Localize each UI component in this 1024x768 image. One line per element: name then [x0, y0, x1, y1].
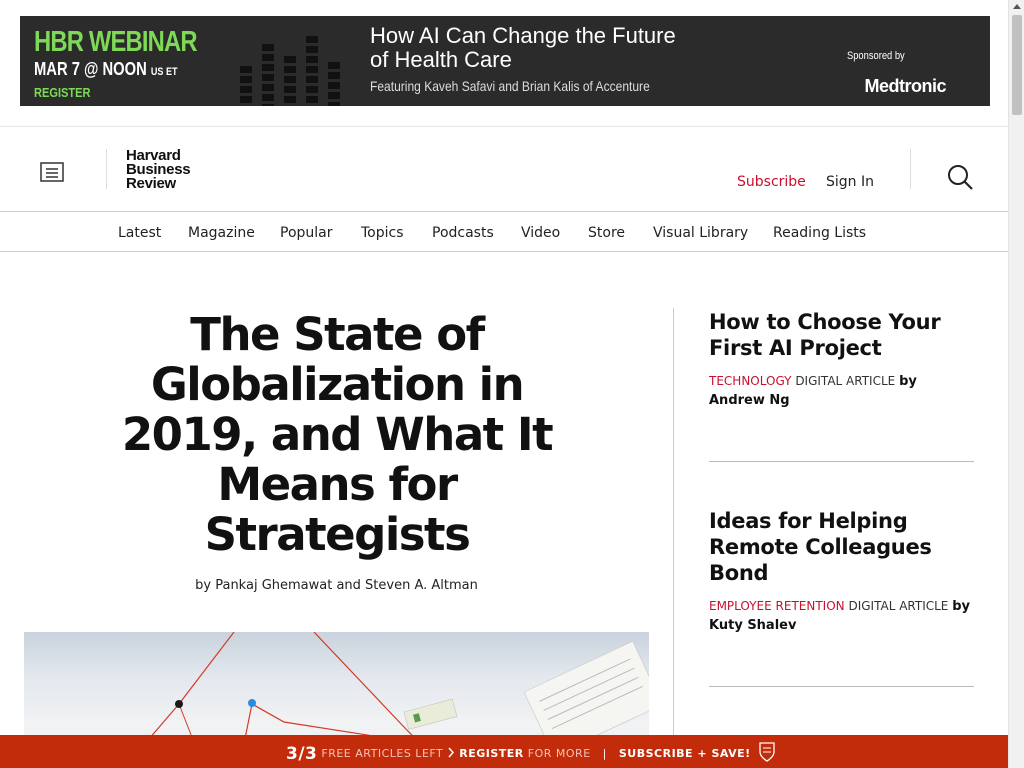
sign-in-link[interactable]: Sign In: [826, 174, 874, 190]
ad-sponsored-by: Sponsored by: [847, 50, 905, 62]
nav-item-latest[interactable]: Latest: [118, 225, 161, 241]
nav-item-video[interactable]: Video: [521, 225, 560, 241]
header-divider: [910, 149, 911, 189]
nav-item-reading-lists[interactable]: Reading Lists: [773, 225, 866, 241]
sidebar-article-meta: TECHNOLOGY DIGITAL ARTICLE by Andrew Ng: [709, 372, 974, 410]
article-byline: by Pankaj Ghemawat and Steven A. Altman: [195, 578, 478, 593]
chevron-right-icon: [447, 747, 459, 760]
equalizer-graphic: [240, 30, 350, 106]
article-type: DIGITAL ARTICLE: [795, 374, 896, 388]
ad-subtitle: Featuring Kaveh Safavi and Brian Kalis o…: [370, 78, 650, 94]
sidebar-divider: [709, 686, 974, 687]
sidebar-article-title[interactable]: How to Choose Your First AI Project: [709, 309, 974, 361]
ad-timezone: US ET: [150, 66, 178, 78]
bar-separator: |: [602, 747, 607, 760]
ad-event-block: HBR WEBINAR MAR 7 @ NOON US ET REGISTER: [34, 26, 232, 103]
nav-item-store[interactable]: Store: [588, 225, 625, 241]
free-article-count: 3/3: [286, 744, 318, 764]
search-icon[interactable]: [946, 163, 974, 191]
site-header: Harvard Business Review Subscribe Sign I…: [0, 126, 1008, 212]
ad-register-link[interactable]: REGISTER: [34, 83, 203, 103]
ad-date: MAR 7 @ NOON US ET: [34, 59, 178, 79]
article-category[interactable]: EMPLOYEE RETENTION: [709, 599, 845, 613]
main-nav: Latest Magazine Popular Topics Podcasts …: [0, 212, 1008, 252]
sidebar-divider: [709, 461, 974, 462]
register-link[interactable]: REGISTER: [459, 747, 524, 760]
menu-icon[interactable]: [38, 161, 66, 183]
subscribe-save-link[interactable]: SUBSCRIBE + SAVE!: [619, 747, 751, 760]
article-headline: The State of Globalization in 2019, and …: [121, 308, 554, 561]
webinar-ad-banner[interactable]: HBR WEBINAR MAR 7 @ NOON US ET REGISTER …: [20, 16, 990, 106]
subscribe-link[interactable]: Subscribe: [737, 174, 806, 190]
ad-webinar-label: HBR WEBINAR: [34, 26, 198, 58]
sidebar-article-meta: EMPLOYEE RETENTION DIGITAL ARTICLE by Ku…: [709, 597, 974, 635]
scroll-up-arrow-icon[interactable]: [1013, 4, 1021, 9]
paywall-bar: 3/3 FREE ARTICLES LEFT REGISTER FOR MORE…: [0, 735, 1008, 768]
nav-item-magazine[interactable]: Magazine: [188, 225, 255, 241]
nav-item-podcasts[interactable]: Podcasts: [432, 225, 494, 241]
article-type: DIGITAL ARTICLE: [848, 599, 949, 613]
for-more-label: FOR MORE: [527, 747, 591, 760]
article-category[interactable]: TECHNOLOGY: [709, 374, 791, 388]
nav-item-visual-library[interactable]: Visual Library: [653, 225, 748, 241]
sponsor-logo: Medtronic: [864, 76, 946, 96]
free-articles-left-label: FREE ARTICLES LEFT: [321, 747, 444, 760]
column-divider: [673, 308, 674, 768]
ad-title: How AI Can Change the Future of Health C…: [370, 23, 676, 72]
harvard-shield-icon: [759, 742, 775, 765]
page-scrollbar[interactable]: [1008, 0, 1024, 768]
nav-item-topics[interactable]: Topics: [361, 225, 404, 241]
hbr-logo[interactable]: Harvard Business Review: [126, 148, 191, 191]
sidebar-article-title[interactable]: Ideas for Helping Remote Colleagues Bond: [709, 508, 974, 586]
header-divider: [106, 149, 107, 189]
nav-item-popular[interactable]: Popular: [280, 225, 333, 241]
scrollbar-thumb[interactable]: [1012, 15, 1022, 115]
